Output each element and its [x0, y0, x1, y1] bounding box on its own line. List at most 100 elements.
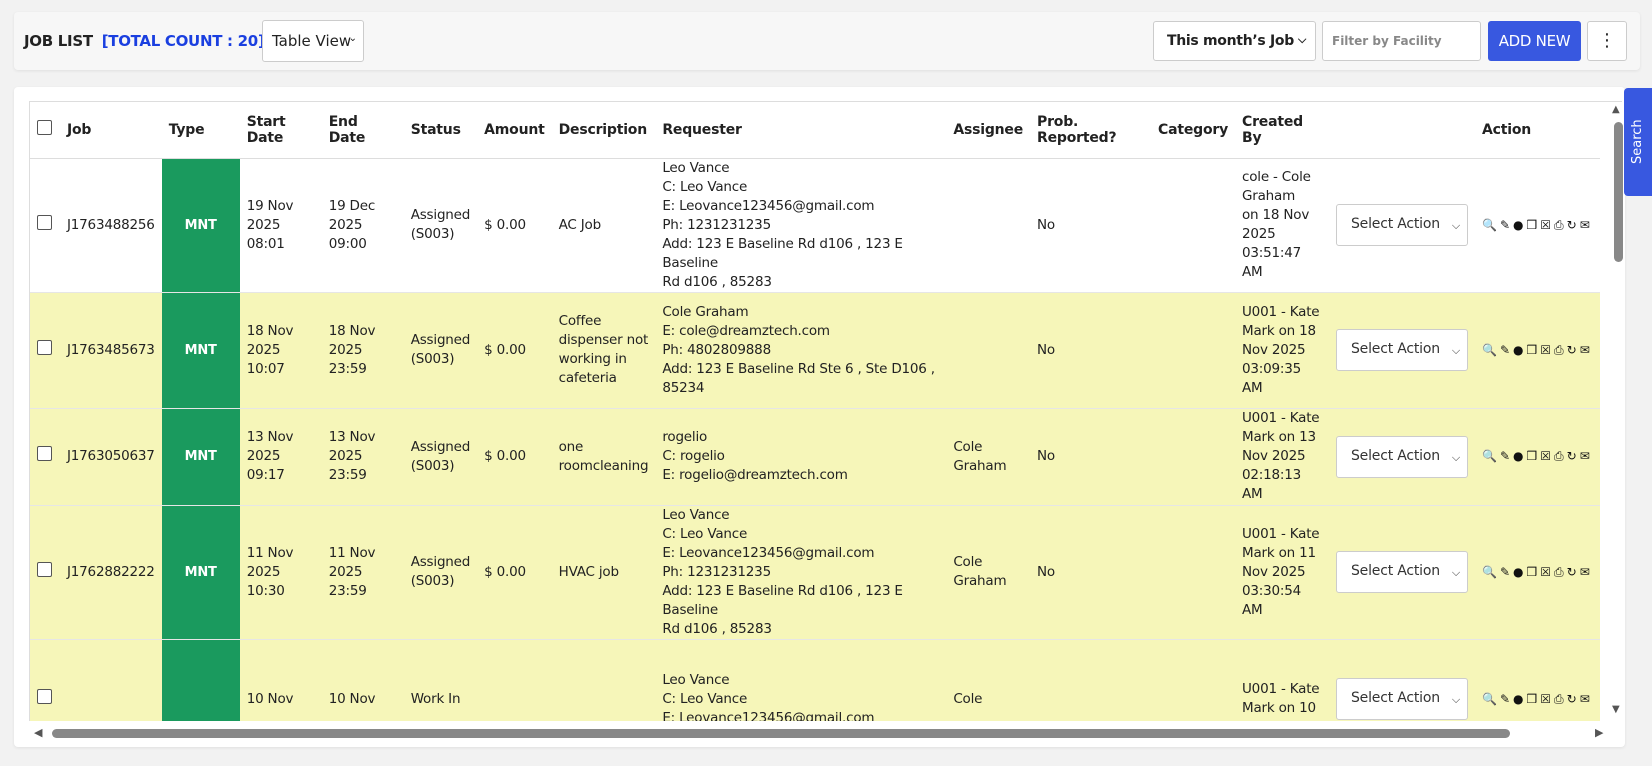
refresh-icon[interactable]: ↻ — [1567, 565, 1580, 579]
search-icon[interactable]: 🔍 — [1482, 343, 1500, 357]
col-header-requester[interactable]: Requester — [655, 102, 947, 159]
row-checkbox[interactable] — [37, 688, 52, 704]
requester-line: E: Leovance123456@gmail.com — [662, 544, 875, 561]
scroll-down-icon[interactable]: ▼ — [1612, 704, 1620, 715]
row-checkbox[interactable] — [37, 339, 52, 355]
action-select[interactable]: Select Action ⌵ — [1336, 329, 1468, 371]
chat-icon[interactable]: ❒ — [1527, 343, 1541, 357]
email-icon[interactable]: ✉ — [1580, 565, 1593, 579]
chat-icon[interactable]: ❒ — [1527, 692, 1541, 706]
col-header-amount[interactable]: Amount — [477, 102, 552, 159]
action-select[interactable]: Select Action ⌵ — [1336, 204, 1468, 246]
comment-icon[interactable]: ● — [1513, 565, 1526, 579]
vertical-scrollbar[interactable]: ▲ ▼ — [1612, 100, 1624, 720]
print-icon[interactable]: ⎙ — [1554, 449, 1567, 463]
created-by-line: U001 - Kate — [1242, 303, 1320, 320]
chevron-down-icon: ⌵ — [1451, 450, 1460, 464]
status-line: Assigned — [410, 554, 471, 570]
print-icon[interactable]: ⎙ — [1554, 692, 1567, 706]
chat-icon[interactable]: ❒ — [1527, 565, 1541, 579]
print-icon[interactable]: ⎙ — [1554, 343, 1567, 357]
row-checkbox[interactable] — [37, 214, 52, 230]
refresh-icon[interactable]: ↻ — [1567, 343, 1580, 357]
vertical-scroll-thumb[interactable] — [1614, 122, 1623, 262]
edit-icon[interactable]: ✎ — [1500, 449, 1513, 463]
period-select-value: This month’s Job — [1167, 33, 1294, 49]
email-icon[interactable]: ✉ — [1580, 218, 1593, 232]
refresh-icon[interactable]: ↻ — [1567, 449, 1580, 463]
search-icon[interactable]: 🔍 — [1482, 565, 1500, 579]
more-options-icon[interactable]: ⋮ — [1587, 21, 1627, 61]
col-header-created-by[interactable]: Created By — [1235, 102, 1329, 159]
comment-icon[interactable]: ● — [1513, 692, 1526, 706]
created-by-line: 03:51:47 AM — [1242, 245, 1302, 280]
job-table-scroll[interactable]: Job Type Start Date End Date Status Amou… — [29, 101, 1622, 721]
col-header-status[interactable]: Status — [403, 102, 478, 159]
job-id[interactable]: J1762882222 — [60, 505, 162, 640]
search-icon[interactable]: 🔍 — [1482, 449, 1500, 463]
scroll-left-icon[interactable]: ◀ — [34, 726, 42, 739]
amount — [477, 639, 552, 721]
email-icon[interactable]: ✉ — [1580, 692, 1593, 706]
delete-icon[interactable]: ☒ — [1540, 449, 1554, 463]
print-icon[interactable]: ⎙ — [1554, 218, 1567, 232]
print-icon[interactable]: ⎙ — [1554, 565, 1567, 579]
select-all-checkbox[interactable] — [37, 120, 52, 136]
job-id[interactable]: J1763050637 — [60, 408, 162, 506]
row-checkbox[interactable] — [37, 561, 52, 577]
job-id[interactable]: J1763485673 — [60, 292, 162, 409]
job-id[interactable] — [60, 639, 162, 721]
col-header-description[interactable]: Description — [551, 102, 656, 159]
add-new-button[interactable]: ADD NEW — [1488, 21, 1581, 61]
search-side-tab[interactable]: Search — [1624, 88, 1652, 196]
delete-icon[interactable]: ☒ — [1540, 565, 1554, 579]
col-header-category[interactable]: Category — [1151, 102, 1235, 159]
col-header-job[interactable]: Job — [60, 102, 162, 159]
delete-icon[interactable]: ☒ — [1540, 692, 1554, 706]
edit-icon[interactable]: ✎ — [1500, 343, 1513, 357]
table-row[interactable]: J1763488256 MNT 19 Nov 2025 08:01 19 Dec 2… — [30, 158, 1600, 293]
refresh-icon[interactable]: ↻ — [1567, 692, 1580, 706]
email-icon[interactable]: ✉ — [1580, 449, 1593, 463]
delete-icon[interactable]: ☒ — [1540, 218, 1554, 232]
facility-filter-input[interactable]: Filter by Facility — [1322, 21, 1481, 61]
job-id[interactable]: J1763488256 — [60, 158, 162, 293]
table-row[interactable]: 10 Nov 10 Nov Work In Leo Vance C: Leo Va… — [30, 639, 1600, 721]
col-header-end-date[interactable]: End Date — [321, 102, 404, 159]
chat-icon[interactable]: ❒ — [1527, 218, 1541, 232]
type-badge: MNT — [161, 158, 240, 293]
col-header-type[interactable]: Type — [161, 102, 240, 159]
delete-icon[interactable]: ☒ — [1540, 343, 1554, 357]
edit-icon[interactable]: ✎ — [1500, 565, 1513, 579]
prob-reported: No — [1030, 158, 1152, 293]
end-date-line: 13 Nov — [328, 429, 376, 445]
action-select[interactable]: Select Action ⌵ — [1336, 551, 1468, 593]
action-select[interactable]: Select Action ⌵ — [1336, 678, 1468, 720]
email-icon[interactable]: ✉ — [1580, 343, 1593, 357]
edit-icon[interactable]: ✎ — [1500, 692, 1513, 706]
comment-icon[interactable]: ● — [1513, 343, 1526, 357]
scroll-right-icon[interactable]: ▶ — [1595, 726, 1603, 739]
comment-icon[interactable]: ● — [1513, 449, 1526, 463]
view-select[interactable]: Table View ⌄ — [262, 20, 364, 62]
action-select[interactable]: Select Action ⌵ — [1336, 435, 1468, 478]
scroll-up-icon[interactable]: ▲ — [1612, 104, 1620, 115]
status-line: Work In — [410, 690, 461, 707]
edit-icon[interactable]: ✎ — [1500, 218, 1513, 232]
col-header-assignee[interactable]: Assignee — [946, 102, 1031, 159]
col-header-start-date[interactable]: Start Date — [239, 102, 322, 159]
comment-icon[interactable]: ● — [1513, 218, 1526, 232]
horizontal-scrollbar[interactable]: ◀ ▶ — [30, 726, 1613, 740]
row-checkbox[interactable] — [37, 446, 52, 461]
chat-icon[interactable]: ❒ — [1527, 449, 1541, 463]
table-row[interactable]: J1762882222 MNT 11 Nov 2025 10:30 11 Nov 2… — [30, 505, 1600, 640]
horizontal-scroll-thumb[interactable] — [52, 729, 1510, 738]
table-row[interactable]: J1763485673 MNT 18 Nov 2025 10:07 18 Nov 2… — [30, 292, 1600, 409]
refresh-icon[interactable]: ↻ — [1567, 218, 1580, 232]
search-icon[interactable]: 🔍 — [1482, 692, 1500, 706]
search-icon[interactable]: 🔍 — [1482, 218, 1500, 232]
period-select[interactable]: This month’s Job ⌵ — [1153, 21, 1316, 61]
table-row[interactable]: J1763050637 MNT 13 Nov 2025 09:17 13 Nov 2… — [30, 408, 1600, 506]
col-header-prob-reported[interactable]: Prob. Reported? — [1030, 102, 1152, 159]
start-date: 18 Nov 2025 10:07 — [239, 292, 322, 409]
